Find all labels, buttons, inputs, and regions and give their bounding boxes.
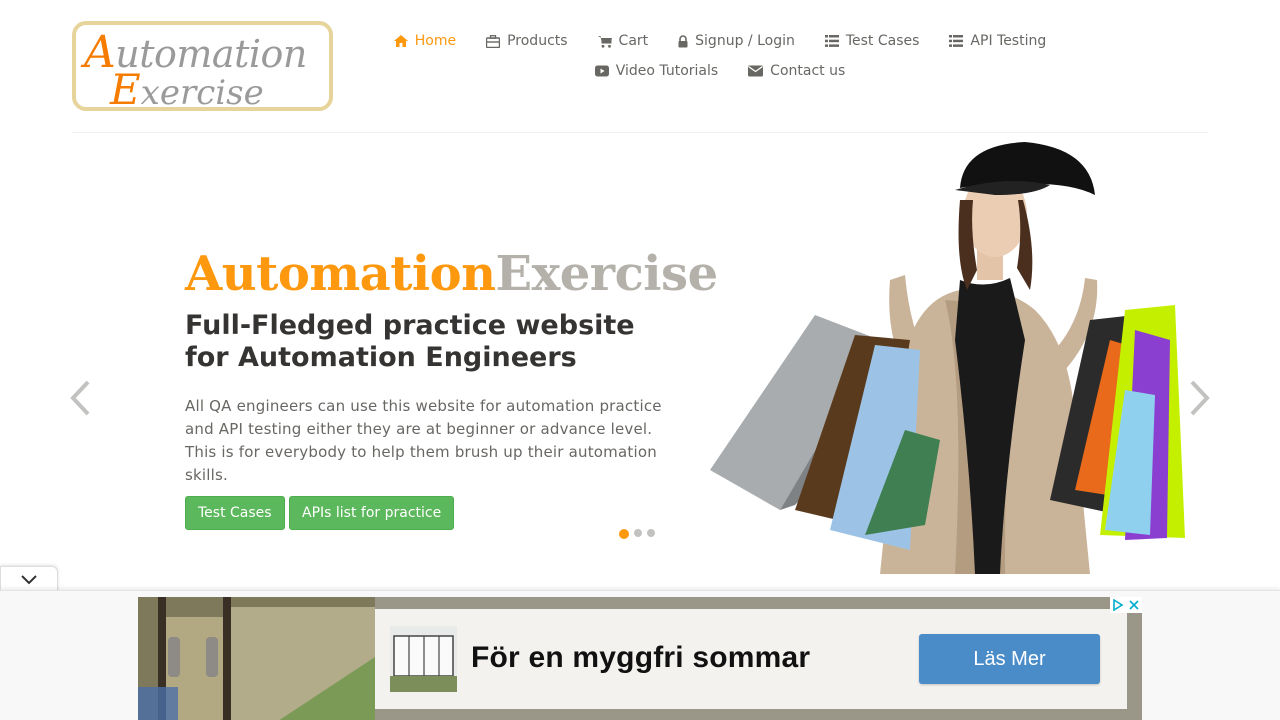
- nav-label: Test Cases: [845, 33, 920, 49]
- briefcase-icon: [486, 34, 501, 48]
- ad-thumbnail: [390, 626, 457, 692]
- nav-item-test-cases[interactable]: Test Cases: [810, 33, 935, 49]
- list-icon: [824, 35, 839, 47]
- nav-item-cart[interactable]: Cart: [583, 33, 664, 49]
- nav-item-api-testing[interactable]: API Testing: [934, 33, 1061, 49]
- cart-icon: [597, 35, 612, 48]
- lock-icon: [678, 34, 688, 48]
- header-divider: [72, 132, 1208, 133]
- slider-prev-arrow[interactable]: [68, 378, 94, 418]
- chevron-down-icon: [21, 575, 37, 585]
- slider-dot-1[interactable]: [619, 529, 629, 539]
- ad-card: För en myggfri sommar Läs Mer: [375, 609, 1127, 709]
- envelope-icon: [748, 65, 764, 77]
- nav-label: Products: [507, 33, 568, 49]
- nav-label: Signup / Login: [695, 33, 795, 49]
- hero-description: All QA engineers can use this website fo…: [185, 397, 662, 484]
- nav-item-products[interactable]: Products: [471, 33, 582, 49]
- slider-dot-2[interactable]: [634, 529, 642, 537]
- slider-dot-3[interactable]: [647, 529, 655, 537]
- nav-item-contact-us[interactable]: Contact us: [733, 63, 860, 79]
- hero-image-shopping-woman: [710, 142, 1185, 574]
- nav-row-1: Home Products Cart Signup / Login Test C…: [393, 26, 1046, 56]
- slider-indicators: [619, 528, 655, 539]
- nav-row-2: Video Tutorials Contact us: [460, 56, 980, 86]
- youtube-icon: [594, 65, 609, 77]
- nav-item-signup-login[interactable]: Signup / Login: [663, 33, 810, 49]
- logo-line-2: Exercise: [110, 65, 264, 111]
- nav-label: Video Tutorials: [615, 63, 719, 79]
- hero-title: Full-Fledged practice website for Automa…: [185, 310, 635, 373]
- list-icon: [949, 35, 964, 47]
- ad-cta-button[interactable]: Läs Mer: [919, 634, 1100, 684]
- nav-label: Contact us: [770, 63, 846, 79]
- main-nav: Home Products Cart Signup / Login Test C…: [393, 26, 1046, 86]
- page: Automation Exercise Home Products Cart S…: [0, 0, 1280, 720]
- ad-photo: [138, 597, 375, 720]
- ad-headline: För en myggfri sommar: [471, 641, 811, 674]
- test-cases-button[interactable]: Test Cases: [185, 496, 285, 530]
- ad-banner[interactable]: För en myggfri sommar Läs Mer: [138, 597, 1142, 720]
- nav-label: Cart: [618, 33, 649, 49]
- close-icon: [1129, 600, 1139, 610]
- adchoices-icon: [1113, 599, 1124, 611]
- hero-brand: AutomationExercise: [185, 246, 718, 302]
- nav-label: Home: [414, 33, 457, 49]
- site-logo[interactable]: Automation Exercise: [72, 21, 333, 111]
- ad-choices[interactable]: [1110, 597, 1142, 613]
- nav-item-home[interactable]: Home: [379, 33, 471, 49]
- chevron-left-icon: [70, 380, 90, 416]
- nav-label: API Testing: [970, 33, 1047, 49]
- apis-list-button[interactable]: APIs list for practice: [289, 496, 455, 530]
- nav-item-video-tutorials[interactable]: Video Tutorials: [580, 63, 733, 79]
- ad-banner-bar: För en myggfri sommar Läs Mer: [0, 590, 1280, 720]
- home-icon: [393, 35, 408, 47]
